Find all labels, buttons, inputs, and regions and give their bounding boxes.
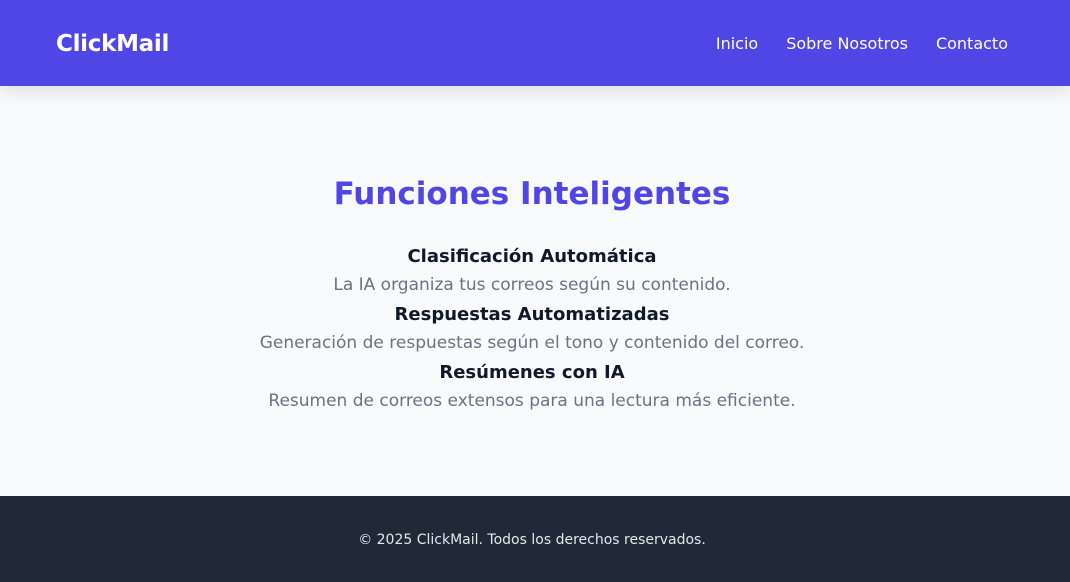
main-nav: Inicio Sobre Nosotros Contacto: [716, 33, 1008, 55]
feature-description: Generación de respuestas según el tono y…: [259, 333, 805, 353]
feature-description: Resumen de correos extensos para una lec…: [268, 391, 796, 411]
feature-title: Resúmenes con IA: [439, 362, 625, 383]
features-section: Funciones Inteligentes Clasificación Aut…: [0, 86, 1070, 496]
nav-link-contacto[interactable]: Contacto: [936, 33, 1008, 55]
site-header: ClickMail Inicio Sobre Nosotros Contacto: [0, 0, 1070, 86]
site-footer: © 2025 ClickMail. Todos los derechos res…: [0, 496, 1070, 582]
feature-list: Clasificación Automática La IA organiza …: [0, 244, 1064, 418]
feature-title: Respuestas Automatizadas: [394, 304, 670, 325]
feature-item: Resúmenes con IA Resumen de correos exte…: [0, 360, 1064, 418]
nav-link-sobre-nosotros[interactable]: Sobre Nosotros: [786, 33, 908, 55]
section-title: Funciones Inteligentes: [333, 176, 731, 212]
feature-title: Clasificación Automática: [407, 246, 657, 267]
feature-item: Respuestas Automatizadas Generación de r…: [0, 302, 1064, 360]
brand-logo[interactable]: ClickMail: [56, 29, 169, 59]
feature-item: Clasificación Automática La IA organiza …: [0, 244, 1064, 302]
copyright-text: © 2025 ClickMail. Todos los derechos res…: [358, 532, 706, 548]
feature-description: La IA organiza tus correos según su cont…: [333, 275, 731, 295]
nav-link-inicio[interactable]: Inicio: [716, 33, 758, 55]
